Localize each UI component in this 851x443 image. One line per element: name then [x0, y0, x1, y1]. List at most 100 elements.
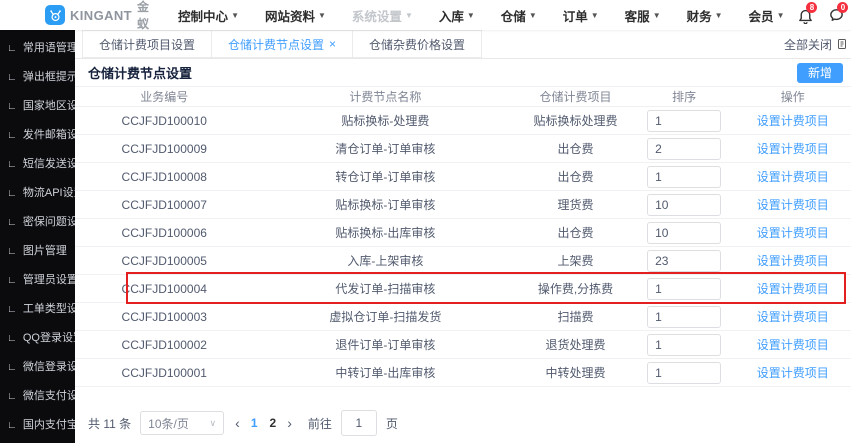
- close-all-label: 全部关闭: [783, 37, 832, 52]
- brand-logo[interactable]: KINGANT 金蚁: [45, 0, 149, 32]
- sidebar-item-label: 密保问题设置: [22, 216, 75, 228]
- sidebar-item[interactable]: ∟ 国家地区设置: [0, 92, 75, 121]
- sidebar-item[interactable]: ∟ QQ登录设置: [0, 324, 75, 353]
- page-numbers: 12: [251, 416, 276, 430]
- page-number[interactable]: 1: [251, 416, 258, 430]
- sidebar: ∟ 常用语管理 ∟ 弹出框提示语管理 ∟ 国家地区设置 ∟ 发件邮箱设置 ∟ 短…: [0, 30, 75, 443]
- chevron-down-icon: ▼: [652, 10, 661, 20]
- navbar-menu-item[interactable]: 控制中心 ▼: [165, 6, 252, 25]
- navbar-menu-item[interactable]: 会员 ▼: [736, 6, 798, 25]
- sort-input[interactable]: [647, 137, 722, 160]
- submenu-corner-icon: ∟: [7, 246, 17, 257]
- cell-action: 设置计费项目: [735, 280, 851, 297]
- sort-input[interactable]: [647, 305, 722, 328]
- table-row: CCJFJD100006 贴标换标-出库审核 出仓费 设置计费项目: [75, 219, 851, 247]
- cell-node-name: 贴标换标-订单审核: [335, 198, 436, 212]
- sort-input[interactable]: [647, 277, 722, 300]
- sidebar-item[interactable]: ∟ 弹出框提示语管理: [0, 63, 75, 92]
- sort-input[interactable]: [647, 361, 722, 384]
- sidebar-item[interactable]: ∟ 发件邮箱设置: [0, 121, 75, 150]
- cell-node-name: 退件订单-订单审核: [335, 338, 436, 352]
- cell-business-id: CCJFJD100010: [121, 113, 207, 128]
- chevron-down-icon: ▼: [590, 10, 599, 20]
- goto-label: 前往: [307, 416, 332, 431]
- navbar-menu-item[interactable]: 客服 ▼: [612, 6, 674, 25]
- table-body: CCJFJD100010 贴标换标-处理费 贴标换标处理费 设置计费项目 CCJ…: [75, 107, 851, 387]
- sidebar-item[interactable]: ∟ 工单类型设置: [0, 295, 75, 324]
- navbar-menu-item[interactable]: 入库 ▼: [426, 6, 488, 25]
- bell-icon[interactable]: 8: [797, 1, 818, 24]
- cell-billing-project: 出仓费: [557, 142, 594, 156]
- page-number[interactable]: 2: [270, 416, 277, 430]
- menu-label: 财务: [686, 9, 712, 24]
- sidebar-item[interactable]: ∟ 图片管理: [0, 237, 75, 266]
- cell-billing-project: 理货费: [557, 198, 594, 212]
- sidebar-item[interactable]: ∟ 常用语管理: [0, 34, 75, 63]
- cell-billing-project: 出仓费: [557, 226, 594, 240]
- sidebar-item[interactable]: ∟ 密保问题设置: [0, 208, 75, 237]
- set-fee-items-link[interactable]: 设置计费项目: [757, 170, 829, 184]
- set-fee-items-link[interactable]: 设置计费项目: [757, 114, 829, 128]
- sort-input[interactable]: [647, 249, 722, 272]
- set-fee-items-link[interactable]: 设置计费项目: [757, 226, 829, 240]
- tab[interactable]: 仓储杂费价格设置: [352, 30, 483, 58]
- page-size-select[interactable]: 10条/页 ∨: [140, 411, 225, 435]
- sidebar-item[interactable]: ∟ 物流API设置: [0, 179, 75, 208]
- cell-sort: [634, 137, 735, 160]
- set-fee-items-link[interactable]: 设置计费项目: [757, 310, 829, 324]
- cell-billing-project: 退货处理费: [545, 338, 606, 352]
- chat-badge: 0: [837, 1, 849, 13]
- cell-action: 设置计费项目: [735, 140, 851, 157]
- cell-node-name: 贴标换标-出库审核: [335, 226, 436, 240]
- set-fee-items-link[interactable]: 设置计费项目: [757, 366, 829, 380]
- sidebar-item[interactable]: ∟ 管理员设置: [0, 266, 75, 295]
- sidebar-item[interactable]: ∟ 短信发送设置: [0, 150, 75, 179]
- brand-suffix: 金蚁: [137, 0, 150, 31]
- page-title: 仓储计费节点设置: [88, 66, 193, 81]
- submenu-corner-icon: ∟: [7, 130, 17, 141]
- navbar-right: 8 0 1: [797, 1, 851, 30]
- set-fee-items-link[interactable]: 设置计费项目: [757, 338, 829, 352]
- sidebar-item-label: 弹出框提示语管理: [22, 71, 75, 83]
- chevron-down-icon: ∨: [209, 417, 217, 428]
- chat-icon[interactable]: 0: [828, 1, 849, 24]
- chevron-down-icon: ▼: [231, 10, 239, 20]
- close-all-tabs-button[interactable]: 全部关闭: [784, 30, 851, 58]
- cell-sort: [634, 221, 735, 244]
- close-icon[interactable]: ×: [329, 37, 336, 51]
- next-page-button[interactable]: ›: [285, 415, 294, 431]
- navbar-menu-item[interactable]: 仓储 ▼: [488, 6, 550, 25]
- cell-sort: [634, 193, 735, 216]
- tab[interactable]: 仓储计费项目设置: [82, 30, 213, 58]
- cell-action: 设置计费项目: [735, 252, 851, 269]
- add-button[interactable]: 新增: [796, 62, 843, 83]
- sidebar-item[interactable]: ∟ 国内支付宝设置: [0, 411, 75, 440]
- navbar-menu-item[interactable]: 网站资料 ▼: [252, 6, 339, 25]
- set-fee-items-link[interactable]: 设置计费项目: [757, 198, 829, 212]
- tab[interactable]: 仓储计费节点设置 ×: [211, 30, 354, 58]
- cell-billing-project: 贴标换标处理费: [533, 114, 618, 128]
- sidebar-item[interactable]: ∟ 微信支付设置: [0, 382, 75, 411]
- goto-page-input[interactable]: [340, 410, 377, 436]
- cell-action: 设置计费项目: [735, 336, 851, 353]
- tab-label: 仓储计费节点设置: [228, 37, 325, 52]
- prev-page-button[interactable]: ‹: [233, 415, 242, 431]
- set-fee-items-link[interactable]: 设置计费项目: [757, 142, 829, 156]
- sort-input[interactable]: [647, 109, 722, 132]
- menu-label: 控制中心: [178, 9, 229, 24]
- sidebar-item[interactable]: ∟ 微信登录设置: [0, 353, 75, 382]
- navbar-menu-item[interactable]: 订单 ▼: [550, 6, 612, 25]
- navbar-menu-item[interactable]: 系统设置 ▼: [339, 6, 426, 25]
- sort-input[interactable]: [647, 221, 722, 244]
- set-fee-items-link[interactable]: 设置计费项目: [757, 282, 829, 296]
- navbar-menu-item[interactable]: 财务 ▼: [674, 6, 736, 25]
- cell-node-name: 虚拟仓订单-扫描发货: [329, 310, 442, 324]
- cell-action: 设置计费项目: [735, 196, 851, 213]
- set-fee-items-link[interactable]: 设置计费项目: [757, 254, 829, 268]
- sort-input[interactable]: [647, 165, 722, 188]
- page-size-value: 10条/页: [148, 416, 189, 431]
- cell-business-id: CCJFJD100001: [121, 365, 207, 380]
- sort-input[interactable]: [647, 333, 722, 356]
- table-header-cell: 排序: [672, 90, 697, 104]
- sort-input[interactable]: [647, 193, 722, 216]
